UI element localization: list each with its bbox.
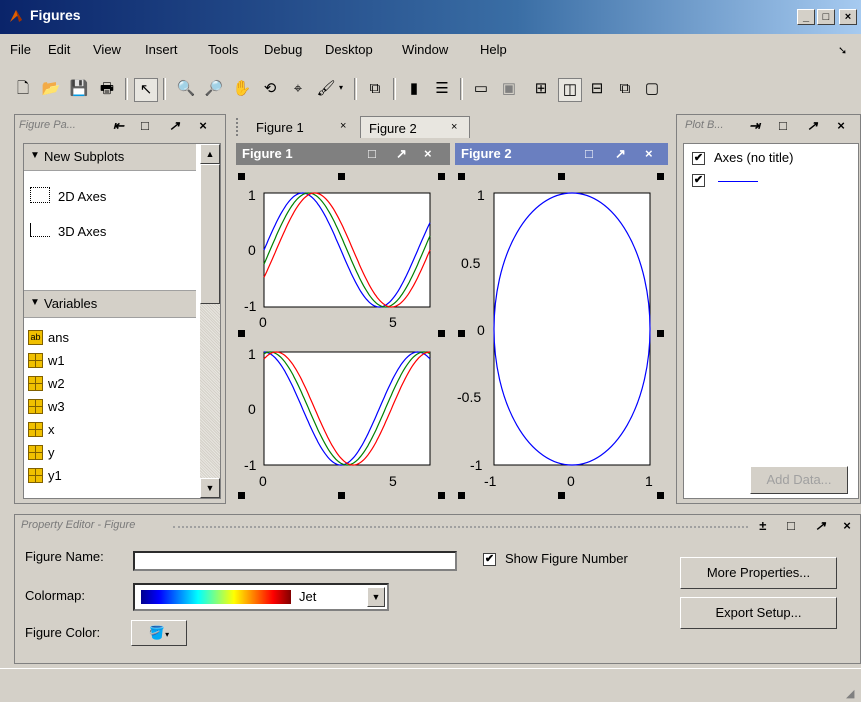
add-data-button[interactable]: Add Data...	[750, 466, 848, 494]
close-pane-icon[interactable]: ×	[837, 118, 845, 133]
close-pane-icon[interactable]: ×	[843, 518, 851, 533]
selection-handle[interactable]	[558, 173, 565, 180]
tick-label: -1	[244, 457, 257, 473]
chevron-down-icon: ▾	[165, 630, 170, 639]
selection-handle[interactable]	[338, 173, 345, 180]
undock-pane-icon[interactable]: ↗	[815, 518, 826, 534]
tick-label: 1	[248, 187, 256, 203]
line-item-swatch[interactable]	[718, 181, 758, 182]
tick-label: 0	[259, 473, 267, 489]
property-editor-title: Property Editor - Figure	[21, 519, 136, 531]
resize-grip-icon[interactable]: ◢	[846, 687, 854, 700]
tick-label: 1	[477, 187, 485, 203]
selection-handle[interactable]	[438, 492, 445, 499]
figure-name-label: Figure Name:	[25, 549, 104, 564]
tick-label: 0	[248, 242, 256, 258]
axes-item-label[interactable]: Axes (no title)	[714, 150, 793, 165]
tick-label: 5	[389, 473, 397, 489]
tick-label: 5	[389, 314, 397, 330]
figure-color-button[interactable]: 🪣▾	[131, 620, 187, 646]
tick-label: 0.5	[461, 255, 481, 271]
line-visible-checkbox[interactable]: ✔	[692, 174, 705, 187]
plot-browser-list: ✔ Axes (no title) ✔ Add Data...	[683, 143, 859, 499]
colormap-value: Jet	[299, 589, 317, 604]
selection-handle[interactable]	[238, 330, 245, 337]
tick-label: 0	[259, 314, 267, 330]
selection-handle[interactable]	[458, 330, 465, 337]
status-bar: ◢	[0, 668, 861, 702]
selection-handle[interactable]	[657, 330, 664, 337]
tick-label: -0.5	[457, 389, 481, 405]
figure-2-axes[interactable]	[493, 192, 651, 466]
tick-label: -1	[244, 298, 257, 314]
minimize-pane-icon[interactable]: ±	[759, 518, 766, 533]
axes-visible-checkbox[interactable]: ✔	[692, 152, 705, 165]
undock-pane-icon[interactable]: ↗	[807, 118, 818, 134]
tick-label: 0	[477, 322, 485, 338]
dropdown-arrow-icon[interactable]: ▼	[367, 587, 385, 607]
figure-name-input[interactable]	[133, 551, 457, 571]
selection-handle[interactable]	[458, 492, 465, 499]
tick-label: -1	[484, 473, 497, 489]
selection-handle[interactable]	[438, 173, 445, 180]
export-setup-button[interactable]: Export Setup...	[680, 597, 837, 629]
plot-browser-title: Plot B...	[685, 119, 724, 131]
selection-handle[interactable]	[458, 173, 465, 180]
colormap-label: Colormap:	[25, 588, 85, 603]
plot-browser: Plot B... ⇥ □ ↗ × ✔ Axes (no title) ✔ Ad…	[676, 114, 861, 504]
show-figure-number-label: Show Figure Number	[505, 551, 628, 566]
tick-label: 1	[248, 346, 256, 362]
paint-bucket-icon: 🪣	[148, 625, 166, 640]
tick-label: 0	[567, 473, 575, 489]
show-figure-number-checkbox[interactable]: ✔	[483, 553, 496, 566]
selection-handle[interactable]	[558, 492, 565, 499]
selection-handle[interactable]	[238, 492, 245, 499]
header-dotted-rule	[173, 526, 748, 528]
jet-colormap-swatch	[141, 590, 291, 604]
property-editor-header: Property Editor - Figure ± □ ↗ ×	[21, 518, 856, 541]
tick-label: -1	[470, 457, 483, 473]
more-properties-button[interactable]: More Properties...	[680, 557, 837, 589]
colormap-select[interactable]: Jet ▼	[133, 583, 389, 611]
plot-browser-header: Plot B... ⇥ □ ↗ ×	[685, 118, 860, 141]
selection-handle[interactable]	[438, 330, 445, 337]
tick-label: 1	[645, 473, 653, 489]
tick-label: 0	[248, 401, 256, 417]
selection-handle[interactable]	[657, 173, 664, 180]
property-editor: Property Editor - Figure ± □ ↗ × Figure …	[14, 514, 861, 664]
maximize-pane-icon[interactable]: □	[779, 118, 787, 133]
figure-color-label: Figure Color:	[25, 625, 101, 640]
selection-handle[interactable]	[657, 492, 664, 499]
selection-handle[interactable]	[238, 173, 245, 180]
maximize-pane-icon[interactable]: □	[787, 518, 795, 533]
selection-handle[interactable]	[338, 492, 345, 499]
dock-icon[interactable]: ⇥	[749, 118, 760, 134]
